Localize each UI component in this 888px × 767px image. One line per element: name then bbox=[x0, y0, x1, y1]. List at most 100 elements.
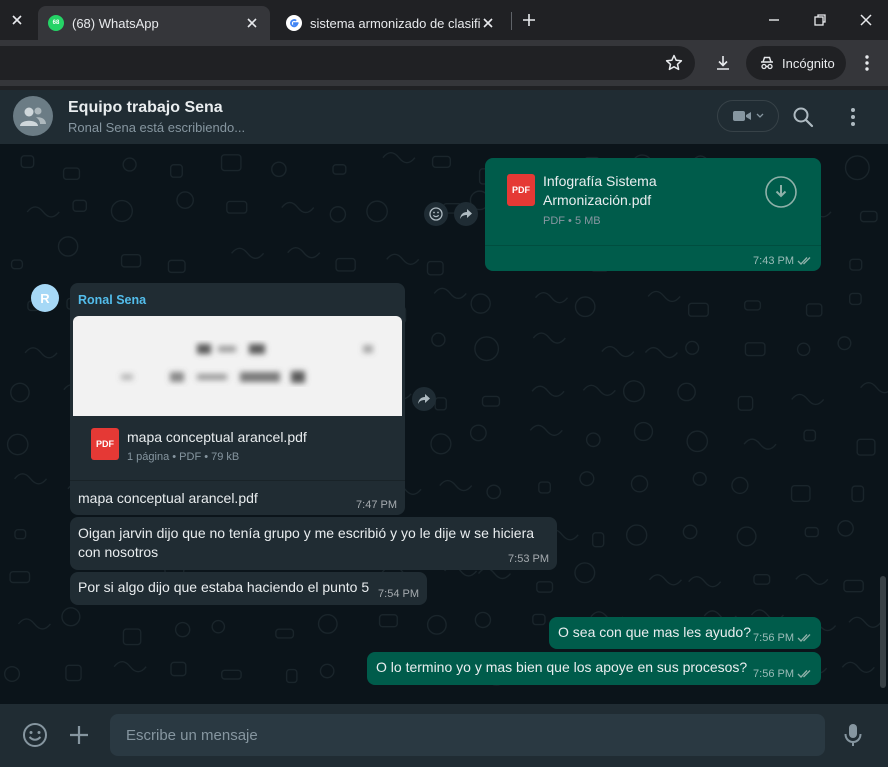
doodle-shape bbox=[378, 614, 398, 628]
message-text: O lo termino yo y mas bien que los apoye… bbox=[376, 659, 748, 675]
doodle-shape bbox=[687, 302, 709, 317]
doodle-shape bbox=[329, 206, 347, 223]
message-text: Por si algo dijo que estaba haciendo el … bbox=[78, 579, 370, 595]
doodle-shape bbox=[848, 292, 862, 306]
doodle-shape bbox=[601, 345, 635, 358]
incognito-label: Incógnito bbox=[782, 55, 835, 71]
chat-menu-icon[interactable] bbox=[841, 105, 865, 129]
doodle-shape bbox=[122, 628, 142, 646]
doodle-shape bbox=[579, 471, 595, 487]
message-input[interactable] bbox=[110, 714, 825, 756]
message-incoming-text[interactable]: Por si algo dijo que estaba haciendo el … bbox=[70, 572, 427, 605]
doodle-shape bbox=[531, 385, 565, 397]
message-incoming-text[interactable]: Oigan jarvin dijo que no tenía grupo y m… bbox=[70, 517, 557, 570]
message-outgoing-text[interactable]: O sea con que mas les ayudo? 7:56 PM bbox=[549, 617, 821, 649]
message-meta: 7:56 PM bbox=[753, 632, 813, 644]
document-info: PDF • 5 MB bbox=[543, 215, 601, 227]
typing-status: Ronal Sena está escribiendo... bbox=[68, 120, 246, 135]
doodle-shape bbox=[736, 526, 757, 547]
doodle-shape bbox=[431, 332, 446, 347]
forward-button[interactable] bbox=[412, 387, 436, 411]
message-outgoing-text[interactable]: O lo termino yo y mas bien que los apoye… bbox=[367, 652, 821, 685]
doodle-shape bbox=[481, 395, 501, 407]
doodle-shape bbox=[538, 481, 552, 494]
tab-google-search[interactable]: sistema armonizado de clasificaci bbox=[276, 6, 506, 40]
doodle-shape bbox=[431, 155, 452, 168]
address-bar[interactable] bbox=[0, 46, 695, 80]
react-button[interactable] bbox=[424, 202, 448, 226]
browser-toolbar: Incógnito bbox=[0, 40, 888, 86]
doodle-shape bbox=[281, 201, 315, 214]
doodle-shape bbox=[221, 669, 242, 680]
doodle-shape bbox=[285, 668, 298, 684]
doodle-shape bbox=[843, 579, 864, 593]
video-camera-icon bbox=[733, 111, 751, 121]
message-incoming-document[interactable]: Ronal Sena PDF mapa conceptual arancel.p… bbox=[70, 283, 405, 515]
message-time: 7:53 PM bbox=[508, 553, 549, 565]
doodle-shape bbox=[57, 236, 79, 257]
doodle-shape bbox=[804, 526, 819, 538]
doodle-shape bbox=[532, 332, 566, 344]
message-meta: 7:56 PM bbox=[753, 668, 813, 680]
doodle-shape bbox=[426, 260, 444, 276]
attach-plus-icon[interactable] bbox=[66, 722, 92, 748]
incognito-badge[interactable]: Incógnito bbox=[746, 46, 846, 80]
group-icon bbox=[20, 107, 46, 126]
doodle-shape bbox=[120, 253, 142, 268]
doodle-shape bbox=[630, 475, 649, 493]
doodle-shape bbox=[622, 380, 646, 403]
new-tab-icon[interactable] bbox=[520, 11, 538, 29]
message-list[interactable]: PDF Infografía Sistema Armonización.pdf … bbox=[0, 144, 888, 704]
doodle-shape bbox=[287, 246, 321, 259]
chat-title[interactable]: Equipo trabajo Sena bbox=[68, 99, 223, 117]
tab-separator bbox=[511, 12, 512, 30]
minimize-icon[interactable] bbox=[766, 12, 782, 28]
document-preview[interactable] bbox=[73, 316, 402, 416]
restore-icon[interactable] bbox=[812, 12, 828, 28]
doodle-shape bbox=[851, 485, 865, 503]
close-icon[interactable] bbox=[8, 11, 26, 29]
document-info: 1 página • PDF • 79 kB bbox=[127, 451, 240, 463]
close-tab-icon[interactable] bbox=[480, 15, 496, 31]
message-time: 7:54 PM bbox=[378, 588, 419, 600]
doodle-shape bbox=[859, 210, 878, 223]
download-document-icon[interactable] bbox=[765, 176, 797, 208]
chevron-down-icon bbox=[756, 113, 764, 118]
document-name: mapa conceptual arancel.pdf bbox=[127, 429, 307, 445]
search-icon[interactable] bbox=[791, 105, 815, 129]
doodle-shape bbox=[332, 164, 347, 175]
double-check-icon bbox=[797, 257, 811, 266]
doodle-shape bbox=[470, 293, 491, 314]
microphone-icon[interactable] bbox=[840, 722, 866, 748]
emoji-icon[interactable] bbox=[22, 722, 48, 748]
sender-name[interactable]: Ronal Sena bbox=[78, 293, 146, 307]
doodle-shape bbox=[592, 532, 605, 548]
kebab-menu-icon[interactable] bbox=[857, 53, 877, 73]
doodle-shape bbox=[474, 611, 492, 629]
close-window-icon[interactable] bbox=[858, 12, 874, 28]
document-name: Infografía Sistema Armonización.pdf bbox=[543, 173, 657, 208]
doodle-shape bbox=[633, 421, 654, 442]
doodle-shape bbox=[61, 607, 81, 627]
doodle-shape bbox=[532, 613, 546, 626]
doodle-shape bbox=[170, 661, 187, 677]
star-icon[interactable] bbox=[664, 53, 684, 73]
download-icon[interactable] bbox=[713, 53, 733, 73]
doodle-shape bbox=[62, 167, 81, 181]
doodle-shape bbox=[731, 476, 749, 495]
doodle-shape bbox=[386, 253, 420, 265]
close-tab-icon[interactable] bbox=[244, 15, 260, 31]
message-meta: 7:43 PM bbox=[753, 255, 813, 267]
tab-whatsapp[interactable]: 68 (68) WhatsApp bbox=[38, 6, 270, 40]
doodle-shape bbox=[744, 300, 762, 311]
sender-avatar[interactable]: R bbox=[31, 284, 59, 312]
message-outgoing-document[interactable]: PDF Infografía Sistema Armonización.pdf … bbox=[485, 158, 821, 271]
doodle-shape bbox=[743, 438, 777, 450]
doodle-shape bbox=[849, 258, 863, 271]
forward-button[interactable] bbox=[454, 202, 478, 226]
group-avatar[interactable] bbox=[13, 96, 53, 136]
scrollbar[interactable] bbox=[880, 576, 886, 688]
doodle-shape bbox=[14, 473, 48, 485]
video-call-button[interactable] bbox=[717, 100, 779, 132]
doodle-shape bbox=[682, 524, 698, 540]
